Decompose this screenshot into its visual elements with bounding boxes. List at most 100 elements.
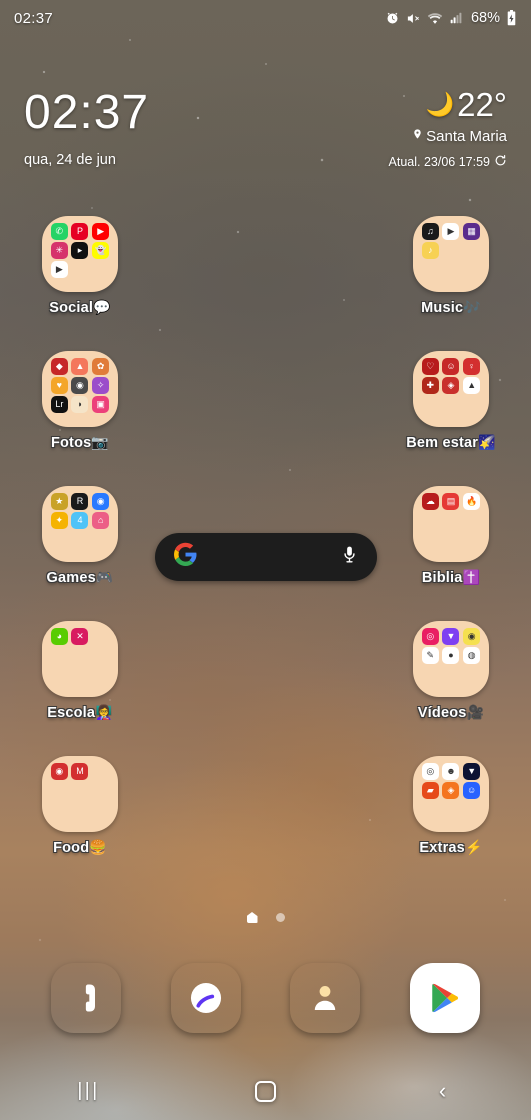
nav-recents-button[interactable]: |||	[59, 1071, 119, 1111]
folder-label-text: Biblia	[421, 570, 463, 586]
nav-home-button[interactable]	[236, 1071, 296, 1111]
app-icon-delivery-app: ◉	[50, 763, 68, 780]
app-icon-roblox: R	[71, 493, 89, 510]
nav-back-button[interactable]: ‹	[413, 1071, 473, 1111]
app-icon-math-app: ✕	[71, 628, 89, 645]
app-icon-photo-editor-red: ◆	[50, 358, 68, 375]
folder-escola[interactable]: ◕ ✕ Escola👩‍🏫	[20, 621, 140, 721]
app-icon-health-app-1: ♡	[421, 358, 439, 375]
folder-icon-preview[interactable]: ★ R ◉ ✦ 4 ⌂	[42, 486, 118, 562]
weather-widget[interactable]: 🌙 22° Santa Maria Atual. 23/06 17:59	[389, 88, 507, 170]
app-icon-extras-app-1: ◎	[421, 763, 439, 780]
clock-weather-widget[interactable]: 02:37 qua, 24 de jun 🌙 22° Santa Maria A…	[0, 86, 531, 198]
app-icon-video-app-purple: ▼	[442, 628, 460, 645]
folder-label: Fotos📷	[20, 434, 140, 451]
folder-icon-preview[interactable]: ◆ ▲ ✿ ♥ ◉ ✧ Lr ◗ ▣	[42, 351, 118, 427]
dock-app-messages[interactable]	[171, 963, 241, 1033]
app-icon-mcdonalds: M	[71, 763, 89, 780]
folder-label-emoji: 🎶	[463, 299, 481, 315]
app-icon-video-app-black: ●	[442, 647, 460, 664]
app-icon-photo-app-yellow: ♥	[50, 377, 68, 394]
app-icon-extras-app-5: ◈	[442, 782, 460, 799]
app-icon-pinterest: P	[71, 223, 89, 240]
google-search-bar[interactable]	[155, 533, 377, 581]
folder-label: Escola👩‍🏫	[20, 704, 140, 721]
page-dot-2[interactable]	[275, 913, 285, 922]
app-icon-health-app-4: ✚	[421, 377, 439, 394]
app-icon-extras-app-6: ☺	[463, 782, 481, 799]
app-icon-extras-app-3: ▼	[463, 763, 481, 780]
widget-time: 02:37	[24, 86, 150, 139]
back-chevron-icon: ‹	[438, 1078, 447, 1103]
folder-biblia[interactable]: ☁ ▤ 🔥 Biblia✝️	[391, 486, 511, 586]
moon-icon: 🌙	[425, 91, 455, 117]
folder-label-text: Games	[46, 570, 96, 586]
folder-fotos[interactable]: ◆ ▲ ✿ ♥ ◉ ✧ Lr ◗ ▣ Fotos📷	[20, 351, 140, 451]
folder-social[interactable]: ✆ P ▶ ✳ ▸ 👻 ▶ Social💬	[20, 216, 140, 316]
app-icon-bible-app-flame: 🔥	[463, 493, 481, 510]
app-icon-health-app-6: ▲	[463, 377, 481, 394]
folder-label-emoji: 🌠	[478, 434, 496, 450]
folder-label-emoji: 🎮	[95, 569, 114, 585]
folder-icon-preview[interactable]: ◕ ✕	[42, 621, 118, 697]
folder-icon-preview[interactable]: ◎ ▼ ◉ ✎ ● ◍	[413, 621, 489, 697]
phone-icon	[85, 984, 95, 1012]
dock-app-phone[interactable]	[51, 963, 121, 1033]
app-icon-music-player-yellow: ♪	[421, 242, 439, 259]
folder-label: Biblia✝️	[391, 569, 511, 586]
app-icon-bible-app-color: ▤	[442, 493, 460, 510]
folder-label-text: Music	[421, 300, 464, 316]
app-icon-health-app-3: ♀	[463, 358, 481, 375]
wifi-icon	[427, 11, 443, 26]
folder-extras[interactable]: ◎ ☻ ▼ ▰ ◈ ☺ Extras⚡	[391, 756, 511, 856]
location-pin-icon	[412, 127, 423, 145]
app-icon-video-app-white: ✎	[421, 647, 439, 664]
dock-app-play-store[interactable]	[410, 963, 481, 1033]
refresh-icon[interactable]	[494, 154, 507, 170]
folder-label-text: Fotos	[50, 435, 92, 451]
folder-label-emoji: 🍔	[89, 839, 107, 855]
folder-bem-estar[interactable]: ♡ ☺ ♀ ✚ ◈ ▲ Bem estar🌠	[391, 351, 511, 451]
folder-label-emoji: ⚡	[464, 839, 483, 855]
folder-food[interactable]: ◉ M Food🍔	[20, 756, 140, 856]
page-dot-home[interactable]	[246, 912, 258, 923]
app-icon-game-app-6: ⌂	[92, 512, 110, 529]
folder-icon-preview[interactable]: ◎ ☻ ▼ ▰ ◈ ☺	[413, 756, 489, 832]
app-icon-photo-app-salmon: ▲	[71, 358, 89, 375]
app-icon-bible-app-red: ☁	[421, 493, 439, 510]
app-icon-photo-app-pink: ▣	[92, 396, 110, 413]
play-store-icon	[432, 983, 459, 1013]
app-icon-health-app-2: ☺	[442, 358, 460, 375]
app-icon-snapchat: 👻	[92, 242, 110, 259]
folder-icon-preview[interactable]: ♡ ☺ ♀ ✚ ◈ ▲	[413, 351, 489, 427]
app-icon-duolingo: ◕	[50, 628, 68, 645]
dock-app-contacts[interactable]	[290, 963, 360, 1033]
page-indicator[interactable]	[0, 912, 531, 923]
folder-label: Vídeos🎥	[391, 704, 511, 721]
folder-vídeos[interactable]: ◎ ▼ ◉ ✎ ● ◍ Vídeos🎥	[391, 621, 511, 721]
navigation-bar: ||| ‹	[0, 1062, 531, 1120]
microphone-icon[interactable]	[340, 544, 359, 570]
folder-icon-preview[interactable]: ♫ ▶ ▦ ♪	[413, 216, 489, 292]
folder-label-emoji: 💬	[93, 299, 111, 315]
folder-label-emoji: 🎥	[466, 704, 485, 720]
app-icon-game-app-1: ★	[50, 493, 68, 510]
mute-icon	[406, 11, 421, 26]
app-icon-play-music: ▶	[442, 223, 460, 240]
app-icon-lightroom: Lr	[50, 396, 68, 413]
folder-label: Social💬	[20, 299, 140, 316]
app-icon-youtube: ▶	[92, 223, 110, 240]
recents-icon: |||	[77, 1080, 100, 1101]
clock-widget[interactable]: 02:37 qua, 24 de jun	[24, 86, 150, 168]
app-icon-video-app-yellow: ◉	[463, 628, 481, 645]
app-icon-spotify: ♫	[421, 223, 439, 240]
folder-icon-preview[interactable]: ◉ M	[42, 756, 118, 832]
app-icon-tumblr-pink: ✳	[50, 242, 68, 259]
folder-games[interactable]: ★ R ◉ ✦ 4 ⌂ Games🎮	[20, 486, 140, 586]
folder-label: Food🍔	[20, 839, 140, 856]
status-bar[interactable]: 02:37 68%	[0, 0, 531, 36]
folder-label-emoji: ✝️	[462, 569, 481, 585]
folder-icon-preview[interactable]: ☁ ▤ 🔥	[413, 486, 489, 562]
folder-music[interactable]: ♫ ▶ ▦ ♪ Music🎶	[391, 216, 511, 316]
folder-icon-preview[interactable]: ✆ P ▶ ✳ ▸ 👻 ▶	[42, 216, 118, 292]
